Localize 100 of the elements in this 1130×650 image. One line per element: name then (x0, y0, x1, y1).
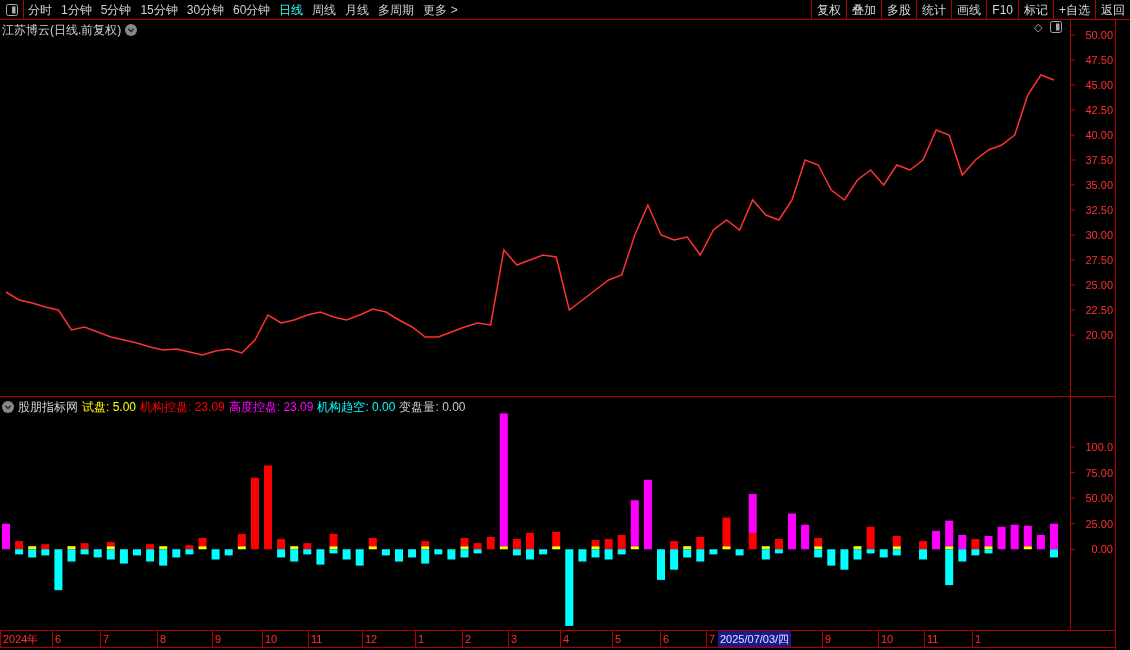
date-axis-label: 3 (508, 631, 518, 647)
axis-label: 47.50 (1085, 54, 1113, 66)
bar (578, 549, 587, 562)
toolbar-button[interactable]: 复权 (811, 0, 847, 19)
bar (316, 549, 325, 565)
bar (211, 549, 220, 560)
bar (604, 539, 613, 550)
axis-label: 37.50 (1085, 154, 1113, 166)
cursor-date-label: 2025/07/03/四 (718, 631, 792, 647)
bar (486, 537, 495, 550)
toolbar-button[interactable]: 画线 (951, 0, 987, 19)
toolbar-button[interactable]: +自选 (1053, 0, 1095, 19)
date-axis-label: 6 (52, 631, 62, 647)
bar (827, 549, 836, 566)
bar (395, 549, 403, 562)
axis-label: 30.00 (1085, 229, 1113, 241)
period-tab[interactable]: 周线 (312, 0, 337, 19)
indicator-title: 股朋指标网 (18, 399, 78, 416)
period-tab[interactable]: 1分钟 (61, 0, 92, 19)
chevron-down-icon[interactable] (125, 24, 138, 36)
period-tab[interactable]: 月线 (345, 0, 370, 19)
bar (801, 524, 810, 550)
axis-label: 32.50 (1085, 204, 1113, 216)
bar (224, 549, 233, 556)
bar (54, 549, 63, 591)
bar (1036, 534, 1045, 550)
date-axis-label: 1 (972, 631, 982, 647)
bar (1010, 524, 1019, 550)
bar (381, 549, 390, 556)
bar (696, 537, 705, 550)
chevron-down-icon[interactable] (2, 401, 14, 413)
bar (2, 523, 10, 550)
legend-item: 变盘量: 0.00 (399, 399, 466, 416)
bar (277, 539, 286, 550)
period-tab[interactable]: 多周期 (378, 0, 415, 19)
diamond-marker[interactable]: ◇ (1034, 20, 1042, 34)
axis-label: 50.00 (1085, 29, 1113, 41)
axis-label: 45.00 (1085, 79, 1113, 91)
period-tab[interactable]: 60分钟 (233, 0, 271, 19)
panel-toggle-icon[interactable] (1050, 21, 1062, 33)
date-axis-label: 2024年 (0, 631, 39, 647)
axis-label: 25.00 (1085, 517, 1113, 530)
date-axis-label: 12 (362, 631, 378, 647)
legend-item: 试盘: 5.00 (82, 399, 137, 416)
bar (788, 513, 796, 550)
toolbar-button[interactable]: 多股 (881, 0, 917, 19)
period-tab[interactable]: 5分钟 (100, 0, 132, 19)
bar (447, 549, 456, 560)
axis-label: 35.00 (1085, 179, 1113, 191)
date-axis-label: 5 (612, 631, 622, 647)
date-axis-label: 7 (706, 631, 716, 647)
date-axis-label: 1 (415, 631, 425, 647)
bar (539, 549, 548, 555)
toolbar-button[interactable]: 统计 (916, 0, 952, 19)
bar (355, 549, 364, 566)
bar (342, 549, 351, 560)
date-axis-label: 7 (100, 631, 110, 647)
bar (958, 549, 967, 562)
axis-label: 22.50 (1085, 304, 1113, 316)
bar (696, 549, 705, 562)
period-tab[interactable]: 分时 (28, 0, 52, 19)
legend-item: 机构控盘: 23.09 (140, 399, 225, 416)
axis-label: 40.00 (1085, 129, 1113, 141)
legend-item: 机构趋空: 0.00 (317, 399, 396, 416)
bar (997, 526, 1006, 550)
bar (879, 549, 888, 558)
toolbar-button[interactable]: 标记 (1018, 0, 1053, 19)
period-tab[interactable]: 日线 (279, 0, 304, 19)
axis-label: 100.0 (1085, 441, 1113, 454)
bar (735, 549, 744, 556)
toolbar-button[interactable]: F10 (986, 0, 1018, 19)
bar (604, 549, 613, 560)
date-axis-label: 11 (924, 631, 939, 647)
date-axis-label: 6 (660, 631, 670, 647)
date-axis-label: 2 (462, 631, 472, 647)
legend-item: 高度控盘: 23.09 (228, 399, 314, 416)
axis-label: 25.00 (1085, 279, 1113, 291)
toolbar-button[interactable]: 返回 (1095, 0, 1130, 19)
bar (932, 530, 941, 550)
period-tab[interactable]: 更多 > (423, 0, 458, 19)
bar (172, 549, 181, 558)
date-axis-label: 4 (560, 631, 570, 647)
toolbar-button[interactable]: 叠加 (846, 0, 882, 19)
stock-title: 江苏博云(日线.前复权) (2, 22, 122, 39)
date-axis-label: 9 (822, 631, 832, 647)
date-axis-label: 8 (157, 631, 167, 647)
bar (408, 549, 417, 558)
bar (434, 549, 443, 555)
bar (133, 549, 141, 556)
period-tab[interactable]: 30分钟 (186, 0, 225, 19)
bar (277, 549, 286, 558)
date-axis-label: 10 (262, 631, 278, 647)
date-axis-label: 10 (878, 631, 894, 647)
bar (93, 549, 102, 558)
bar (657, 549, 665, 580)
panel-toggle-icon[interactable] (5, 3, 18, 16)
axis-label: 20.00 (1085, 329, 1113, 341)
axis-label: 75.00 (1085, 466, 1113, 479)
period-tab[interactable]: 15分钟 (140, 0, 178, 19)
bar (840, 549, 849, 570)
